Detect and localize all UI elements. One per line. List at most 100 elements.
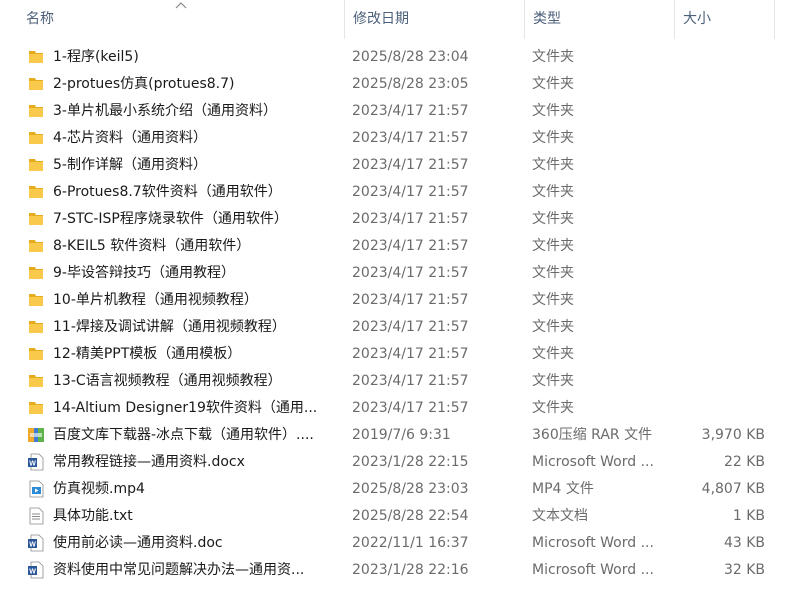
file-type: 文件夹: [532, 103, 574, 119]
folder-icon: [27, 48, 45, 66]
file-row[interactable]: 3-单片机最小系统介绍（通用资料） 2023/4/17 21:57 文件夹: [0, 98, 801, 125]
file-row[interactable]: 1-程序(keil5) 2025/8/28 23:04 文件夹: [0, 44, 801, 71]
file-date: 2023/4/17 21:57: [352, 130, 469, 146]
word-document-icon: W: [27, 453, 45, 471]
file-date: 2023/4/17 21:57: [352, 238, 469, 254]
file-row[interactable]: 12-精美PPT模板（通用模板） 2023/4/17 21:57 文件夹: [0, 341, 801, 368]
file-row[interactable]: W 使用前必读—通用资料.doc 2022/11/1 16:37 Microsoft …: [0, 530, 801, 557]
file-size: [675, 233, 765, 260]
file-row[interactable]: 具体功能.txt 2025/8/28 22:54 文本文档 1 KB: [0, 503, 801, 530]
folder-icon: [27, 156, 45, 174]
file-type: Microsoft Word ...: [532, 562, 654, 578]
file-size: [675, 260, 765, 287]
file-size: 32 KB: [723, 562, 765, 578]
column-header-date[interactable]: 修改日期: [345, 0, 525, 39]
file-row[interactable]: 仿真视频.mp4 2025/8/28 23:03 MP4 文件 4,807 KB: [0, 476, 801, 503]
file-date: 2025/8/28 22:54: [352, 508, 469, 524]
file-type: MP4 文件: [532, 481, 594, 497]
file-type: 文件夹: [532, 49, 574, 65]
file-row[interactable]: 7-STC-ISP程序烧录软件（通用软件） 2023/4/17 21:57 文件夹: [0, 206, 801, 233]
file-type: 文件夹: [532, 319, 574, 335]
svg-text:W: W: [29, 568, 36, 575]
file-date: 2023/4/17 21:57: [352, 103, 469, 119]
file-size: 22 KB: [723, 454, 765, 470]
folder-icon: [27, 372, 45, 390]
folder-icon: [27, 291, 45, 309]
file-type: 文件夹: [532, 400, 574, 416]
file-row[interactable]: W 资料使用中常见问题解决办法—通用资... 2023/1/28 22:16 Micr…: [0, 557, 801, 584]
file-date: 2025/8/28 23:04: [352, 49, 469, 65]
file-row[interactable]: 8-KEIL5 软件资料（通用软件） 2023/4/17 21:57 文件夹: [0, 233, 801, 260]
file-name: 7-STC-ISP程序烧录软件（通用软件）: [53, 211, 288, 227]
file-date: 2023/1/28 22:15: [352, 454, 469, 470]
svg-text:W: W: [29, 460, 36, 467]
file-size: [675, 152, 765, 179]
file-type: 360压缩 RAR 文件: [532, 427, 653, 443]
column-header-size[interactable]: 大小: [675, 0, 775, 39]
file-row[interactable]: 百度文库下载器-冰点下载（通用软件）.... 2019/7/6 9:31 360压缩…: [0, 422, 801, 449]
file-name: 1-程序(keil5): [53, 49, 139, 65]
file-row[interactable]: 5-制作详解（通用资料） 2023/4/17 21:57 文件夹: [0, 152, 801, 179]
folder-icon: [27, 102, 45, 120]
file-name: 4-芯片资料（通用资料）: [53, 130, 207, 146]
file-date: 2023/1/28 22:16: [352, 562, 469, 578]
file-row[interactable]: 2-protues仿真(protues8.7) 2025/8/28 23:05 文件…: [0, 71, 801, 98]
file-size: [675, 71, 765, 98]
file-name: 百度文库下载器-冰点下载（通用软件）....: [53, 427, 314, 443]
column-header: 名称 修改日期 类型 大小: [0, 0, 801, 39]
folder-icon: [27, 183, 45, 201]
file-row[interactable]: 6-Protues8.7软件资料（通用软件） 2023/4/17 21:57 文件夹: [0, 179, 801, 206]
file-size: [675, 395, 765, 422]
file-row[interactable]: 13-C语言视频教程（通用视频教程） 2023/4/17 21:57 文件夹: [0, 368, 801, 395]
file-date: 2023/4/17 21:57: [352, 400, 469, 416]
video-file-icon: [27, 480, 45, 498]
file-date: 2022/11/1 16:37: [352, 535, 469, 551]
word-document-icon: W: [27, 561, 45, 579]
file-size: [675, 44, 765, 71]
file-type: 文件夹: [532, 76, 574, 92]
file-size: [675, 314, 765, 341]
file-date: 2023/4/17 21:57: [352, 373, 469, 389]
folder-icon: [27, 237, 45, 255]
file-row[interactable]: 10-单片机教程（通用视频教程） 2023/4/17 21:57 文件夹: [0, 287, 801, 314]
file-type: 文件夹: [532, 346, 574, 362]
file-name: 3-单片机最小系统介绍（通用资料）: [53, 103, 277, 119]
file-type: 文本文档: [532, 508, 588, 524]
file-name: 10-单片机教程（通用视频教程）: [53, 292, 258, 308]
file-size: [675, 125, 765, 152]
file-name: 资料使用中常见问题解决办法—通用资...: [53, 562, 305, 578]
file-name: 11-焊接及调试讲解（通用视频教程）: [53, 319, 286, 335]
rar-archive-icon: [27, 426, 45, 444]
file-date: 2025/8/28 23:05: [352, 76, 469, 92]
folder-icon: [27, 129, 45, 147]
column-header-name[interactable]: 名称: [18, 0, 345, 39]
file-type: Microsoft Word ...: [532, 535, 654, 551]
file-type: 文件夹: [532, 265, 574, 281]
file-name: 仿真视频.mp4: [53, 481, 145, 497]
file-name: 常用教程链接—通用资料.docx: [53, 454, 245, 470]
file-type: 文件夹: [532, 157, 574, 173]
file-row[interactable]: 4-芯片资料（通用资料） 2023/4/17 21:57 文件夹: [0, 125, 801, 152]
file-row[interactable]: 11-焊接及调试讲解（通用视频教程） 2023/4/17 21:57 文件夹: [0, 314, 801, 341]
file-size: [675, 341, 765, 368]
file-type: 文件夹: [532, 238, 574, 254]
folder-icon: [27, 399, 45, 417]
column-header-type[interactable]: 类型: [525, 0, 675, 39]
file-date: 2023/4/17 21:57: [352, 184, 469, 200]
file-size: [675, 368, 765, 395]
file-size: [675, 98, 765, 125]
file-date: 2023/4/17 21:57: [352, 157, 469, 173]
svg-text:W: W: [29, 541, 36, 548]
file-size: [675, 206, 765, 233]
file-size: [675, 287, 765, 314]
text-file-icon: [27, 507, 45, 525]
file-date: 2019/7/6 9:31: [352, 427, 451, 443]
file-row[interactable]: 9-毕设答辩技巧（通用教程） 2023/4/17 21:57 文件夹: [0, 260, 801, 287]
file-name: 使用前必读—通用资料.doc: [53, 535, 223, 551]
file-date: 2023/4/17 21:57: [352, 211, 469, 227]
folder-icon: [27, 345, 45, 363]
word-document-icon: W: [27, 534, 45, 552]
file-size: 4,807 KB: [701, 481, 765, 497]
file-row[interactable]: 14-Altium Designer19软件资料（通用... 2023/4/17 …: [0, 395, 801, 422]
file-row[interactable]: W 常用教程链接—通用资料.docx 2023/1/28 22:15 Microsof…: [0, 449, 801, 476]
